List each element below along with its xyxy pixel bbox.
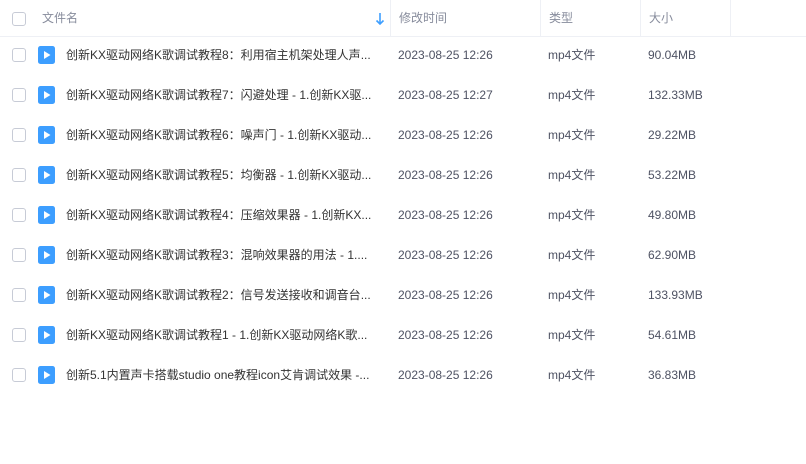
video-file-icon (38, 326, 55, 344)
file-name[interactable]: 创新KX驱动网络K歌调试教程4：压缩效果器 - 1.创新KX... (66, 195, 380, 235)
column-header-name-label: 文件名 (42, 11, 79, 25)
select-all-checkbox[interactable] (12, 12, 26, 26)
column-header-time-label: 修改时间 (399, 11, 448, 25)
table-row[interactable]: 创新KX驱动网络K歌调试教程8：利用宿主机架处理人声... 2023-08-25… (0, 35, 806, 75)
file-modified-time: 2023-08-25 12:26 (398, 128, 493, 142)
file-modified-time: 2023-08-25 12:26 (398, 248, 493, 262)
table-row[interactable]: 创新KX驱动网络K歌调试教程2：信号发送接收和调音台... 2023-08-25… (0, 275, 806, 315)
file-size: 36.83MB (648, 368, 697, 382)
table-row[interactable]: 创新KX驱动网络K歌调试教程6：噪声门 - 1.创新KX驱动... 2023-0… (0, 115, 806, 155)
row-checkbox[interactable] (12, 368, 26, 382)
file-modified-time: 2023-08-25 12:27 (398, 88, 493, 102)
file-type: mp4文件 (548, 368, 596, 382)
file-type: mp4文件 (548, 128, 596, 142)
column-header-spacer (730, 0, 806, 37)
file-name[interactable]: 创新KX驱动网络K歌调试教程3：混响效果器的用法 - 1.... (66, 235, 380, 275)
file-type: mp4文件 (548, 288, 596, 302)
file-type: mp4文件 (548, 168, 596, 182)
file-name[interactable]: 创新KX驱动网络K歌调试教程1 - 1.创新KX驱动网络K歌... (66, 315, 380, 355)
file-name[interactable]: 创新KX驱动网络K歌调试教程8：利用宿主机架处理人声... (66, 35, 380, 75)
video-file-icon (38, 286, 55, 304)
arrow-down-icon[interactable] (374, 12, 386, 26)
table-row[interactable]: 创新KX驱动网络K歌调试教程7：闪避处理 - 1.创新KX驱... 2023-0… (0, 75, 806, 115)
file-type: mp4文件 (548, 208, 596, 222)
video-file-icon (38, 46, 55, 64)
video-file-icon (38, 246, 55, 264)
row-checkbox[interactable] (12, 128, 26, 142)
file-name[interactable]: 创新KX驱动网络K歌调试教程2：信号发送接收和调音台... (66, 275, 380, 315)
row-checkbox[interactable] (12, 168, 26, 182)
column-header-size[interactable]: 大小 (640, 0, 730, 37)
file-modified-time: 2023-08-25 12:26 (398, 328, 493, 342)
file-name[interactable]: 创新5.1内置声卡搭载studio one教程icon艾肯调试效果 -... (66, 355, 380, 395)
file-size: 62.90MB (648, 248, 697, 262)
column-header-time[interactable]: 修改时间 (390, 0, 540, 37)
video-file-icon (38, 126, 55, 144)
file-modified-time: 2023-08-25 12:26 (398, 168, 493, 182)
row-checkbox[interactable] (12, 328, 26, 342)
row-checkbox[interactable] (12, 288, 26, 302)
video-file-icon (38, 366, 55, 384)
file-modified-time: 2023-08-25 12:26 (398, 48, 493, 62)
file-size: 54.61MB (648, 328, 697, 342)
file-type: mp4文件 (548, 48, 596, 62)
row-checkbox[interactable] (12, 248, 26, 262)
column-header-type-label: 类型 (549, 11, 574, 25)
file-size: 132.33MB (648, 88, 703, 102)
row-checkbox[interactable] (12, 48, 26, 62)
list-header: 文件名 修改时间 类型 大小 (0, 0, 806, 37)
file-size: 49.80MB (648, 208, 697, 222)
file-size: 90.04MB (648, 48, 697, 62)
file-type: mp4文件 (548, 328, 596, 342)
file-rows: 创新KX驱动网络K歌调试教程8：利用宿主机架处理人声... 2023-08-25… (0, 35, 806, 395)
file-modified-time: 2023-08-25 12:26 (398, 368, 493, 382)
table-row[interactable]: 创新KX驱动网络K歌调试教程4：压缩效果器 - 1.创新KX... 2023-0… (0, 195, 806, 235)
row-checkbox[interactable] (12, 88, 26, 102)
column-header-type[interactable]: 类型 (540, 0, 640, 37)
file-modified-time: 2023-08-25 12:26 (398, 208, 493, 222)
table-row[interactable]: 创新KX驱动网络K歌调试教程1 - 1.创新KX驱动网络K歌... 2023-0… (0, 315, 806, 355)
file-size: 133.93MB (648, 288, 703, 302)
video-file-icon (38, 206, 55, 224)
file-list: 文件名 修改时间 类型 大小 创新KX驱动网络K歌调试教程8：利用宿主机架处理人… (0, 0, 806, 464)
video-file-icon (38, 166, 55, 184)
file-name[interactable]: 创新KX驱动网络K歌调试教程7：闪避处理 - 1.创新KX驱... (66, 75, 380, 115)
file-type: mp4文件 (548, 88, 596, 102)
row-checkbox[interactable] (12, 208, 26, 222)
video-file-icon (38, 86, 55, 104)
file-name[interactable]: 创新KX驱动网络K歌调试教程6：噪声门 - 1.创新KX驱动... (66, 115, 380, 155)
column-header-name[interactable]: 文件名 (42, 0, 390, 37)
table-row[interactable]: 创新KX驱动网络K歌调试教程5：均衡器 - 1.创新KX驱动... 2023-0… (0, 155, 806, 195)
file-size: 53.22MB (648, 168, 697, 182)
column-header-size-label: 大小 (649, 11, 674, 25)
file-name[interactable]: 创新KX驱动网络K歌调试教程5：均衡器 - 1.创新KX驱动... (66, 155, 380, 195)
table-row[interactable]: 创新KX驱动网络K歌调试教程3：混响效果器的用法 - 1.... 2023-08… (0, 235, 806, 275)
file-type: mp4文件 (548, 248, 596, 262)
file-size: 29.22MB (648, 128, 697, 142)
file-modified-time: 2023-08-25 12:26 (398, 288, 493, 302)
table-row[interactable]: 创新5.1内置声卡搭载studio one教程icon艾肯调试效果 -... 2… (0, 355, 806, 395)
